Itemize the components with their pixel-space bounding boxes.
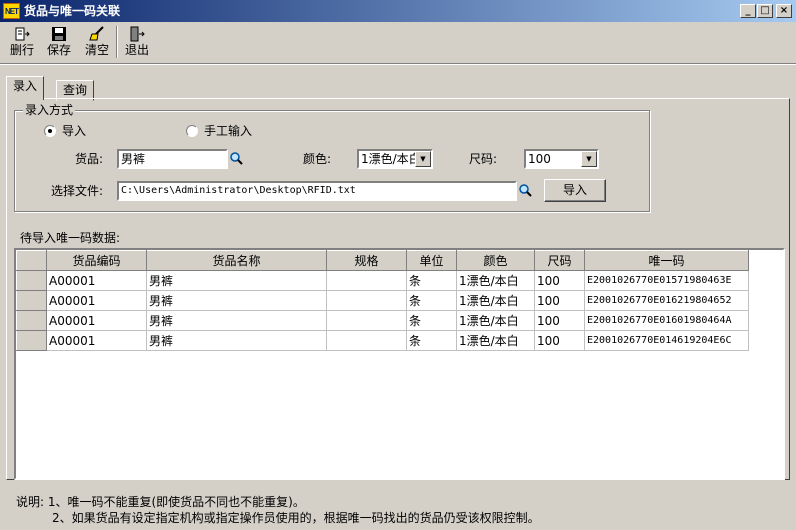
file-label: 选择文件: [51, 184, 104, 198]
chevron-down-icon: ▼ [586, 155, 592, 163]
cell-size[interactable]: 100 [534, 270, 585, 291]
cell-size[interactable]: 100 [534, 330, 585, 351]
radio-import-label: 导入 [62, 124, 87, 138]
table-row[interactable]: A00001 男裤 条 1漂色/本白 100 E2001026770E01601… [16, 310, 749, 331]
cell-unit[interactable]: 条 [406, 270, 457, 291]
row-indicator-header [16, 250, 47, 271]
cell-unique-code[interactable]: E2001026770E01601980464A [584, 310, 749, 331]
color-label: 颜色: [303, 152, 332, 166]
cell-color[interactable]: 1漂色/本白 [456, 290, 535, 311]
exit-label: 退出 [124, 43, 149, 57]
note-line-2: 2、如果货品有设定指定机构或指定操作员使用的，根据唯一码找出的货品仍受该权限控制… [52, 511, 540, 525]
product-search-button[interactable] [228, 150, 245, 168]
row-indicator[interactable] [16, 330, 47, 351]
radio-manual-dot [186, 125, 198, 137]
notes: 说明: 1、唯一码不能重复(即使货品不同也不能重复)。 2、如果货品有设定指定机… [16, 494, 540, 526]
table-row[interactable]: A00001 男裤 条 1漂色/本白 100 E2001026770E01571… [16, 270, 749, 291]
column-header[interactable]: 单位 [406, 250, 457, 271]
cell-unique-code[interactable]: E2001026770E014619204E6C [584, 330, 749, 351]
product-label: 货品: [75, 152, 104, 166]
cell-unique-code[interactable]: E2001026770E016219804652 [584, 290, 749, 311]
input-mode-legend: 录入方式 [23, 103, 76, 117]
cell-size[interactable]: 100 [534, 290, 585, 311]
cell-unit[interactable]: 条 [406, 330, 457, 351]
toolbar: 删行 保存 清空 退出 [0, 22, 796, 62]
delete-row-button[interactable]: 删行 [6, 24, 38, 60]
search-icon [230, 152, 243, 165]
save-button[interactable]: 保存 [42, 24, 76, 60]
color-dropdown-button[interactable]: ▼ [415, 151, 431, 167]
cell-code[interactable]: A00001 [46, 270, 147, 291]
close-button[interactable]: × [776, 4, 792, 18]
cell-color[interactable]: 1漂色/本白 [456, 310, 535, 331]
cell-code[interactable]: A00001 [46, 330, 147, 351]
cell-name[interactable]: 男裤 [146, 330, 327, 351]
cell-code[interactable]: A00001 [46, 290, 147, 311]
save-label: 保存 [46, 43, 71, 57]
column-header[interactable]: 货品编码 [46, 250, 147, 271]
row-indicator[interactable] [16, 290, 47, 311]
maximize-button[interactable]: □ [757, 4, 773, 18]
cell-color[interactable]: 1漂色/本白 [456, 330, 535, 351]
app-icon: NET [3, 3, 20, 19]
cell-name[interactable]: 男裤 [146, 270, 327, 291]
clear-label: 清空 [84, 43, 109, 57]
cell-name[interactable]: 男裤 [146, 290, 327, 311]
column-header[interactable]: 货品名称 [146, 250, 327, 271]
exit-icon [130, 26, 145, 42]
file-browse-button[interactable] [517, 182, 534, 200]
clear-button[interactable]: 清空 [80, 24, 114, 60]
note-line-1: 说明: 1、唯一码不能重复(即使货品不同也不能重复)。 [16, 495, 305, 509]
radio-manual-label: 手工输入 [204, 124, 253, 138]
chevron-down-icon: ▼ [420, 155, 426, 163]
grid-header-row: 货品编码 货品名称 规格 单位 颜色 尺码 唯一码 [16, 250, 749, 271]
file-path-input[interactable]: C:\Users\Administrator\Desktop\RFID.txt [117, 181, 517, 201]
cell-code[interactable]: A00001 [46, 310, 147, 331]
cell-unit[interactable]: 条 [406, 290, 457, 311]
product-input[interactable]: 男裤 [117, 149, 228, 169]
cell-unique-code[interactable]: E2001026770E01571980463E [584, 270, 749, 291]
search-icon [519, 184, 532, 197]
size-dropdown-button[interactable]: ▼ [581, 151, 597, 167]
cell-spec[interactable] [326, 330, 407, 351]
delete-row-icon [15, 27, 30, 41]
cell-color[interactable]: 1漂色/本白 [456, 270, 535, 291]
cell-unit[interactable]: 条 [406, 310, 457, 331]
cell-name[interactable]: 男裤 [146, 310, 327, 331]
cell-spec[interactable] [326, 310, 407, 331]
data-grid[interactable]: 货品编码 货品名称 规格 单位 颜色 尺码 唯一码 A00001 男裤 条 1漂… [14, 248, 785, 480]
row-indicator[interactable] [16, 270, 47, 291]
delete-row-label: 删行 [9, 43, 34, 57]
title-bar: NET 货品与唯一码关联 _ □ × [0, 0, 796, 22]
column-header[interactable]: 颜色 [456, 250, 535, 271]
column-header[interactable]: 唯一码 [584, 250, 749, 271]
cell-spec[interactable] [326, 270, 407, 291]
data-table: 货品编码 货品名称 规格 单位 颜色 尺码 唯一码 A00001 男裤 条 1漂… [16, 250, 749, 351]
table-row[interactable]: A00001 男裤 条 1漂色/本白 100 E2001026770E01621… [16, 290, 749, 311]
broom-icon [89, 26, 104, 41]
save-icon [52, 27, 66, 41]
radio-import-dot [44, 125, 56, 137]
column-header[interactable]: 尺码 [534, 250, 585, 271]
toolbar-separator [116, 26, 118, 58]
window-title: 货品与唯一码关联 [24, 4, 121, 18]
table-row[interactable]: A00001 男裤 条 1漂色/本白 100 E2001026770E01461… [16, 330, 749, 351]
radio-import[interactable]: 导入 [44, 124, 86, 138]
grid-label: 待导入唯一码数据: [20, 231, 121, 245]
minimize-button[interactable]: _ [740, 4, 756, 18]
cell-spec[interactable] [326, 290, 407, 311]
exit-button[interactable]: 退出 [121, 24, 153, 60]
import-button[interactable]: 导入 [544, 179, 606, 202]
cell-size[interactable]: 100 [534, 310, 585, 331]
radio-manual[interactable]: 手工输入 [186, 124, 252, 138]
row-indicator[interactable] [16, 310, 47, 331]
toolbar-divider [0, 63, 796, 65]
column-header[interactable]: 规格 [326, 250, 407, 271]
tab-input[interactable]: 录入 [6, 76, 45, 100]
size-label: 尺码: [469, 152, 498, 166]
